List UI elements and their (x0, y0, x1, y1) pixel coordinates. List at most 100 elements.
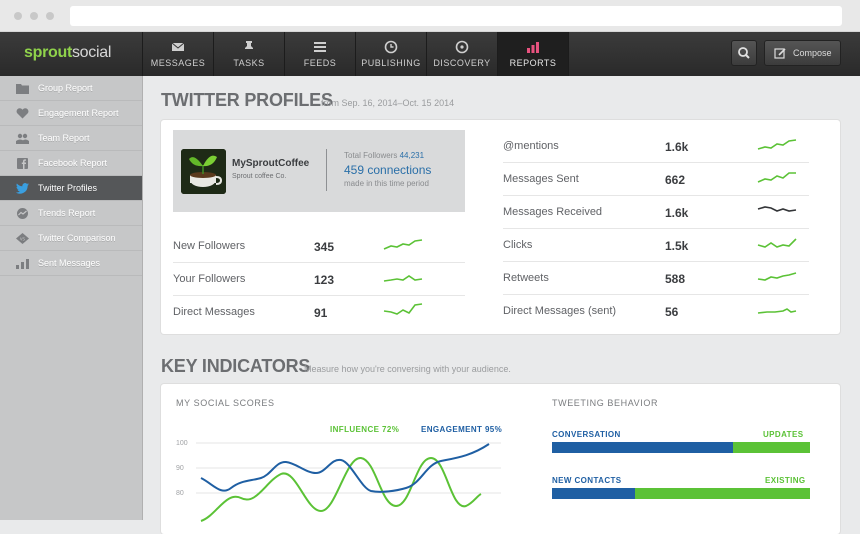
compose-button[interactable]: Compose (764, 40, 841, 66)
sidebar-item-label: Trends Report (38, 208, 96, 218)
sidebar-item-twitter-comparison[interactable]: vs Twitter Comparison (0, 226, 142, 251)
browser-chrome (0, 0, 860, 32)
metric-label: Direct Messages (sent) (503, 305, 617, 317)
sidebar-item-engagement-report[interactable]: Engagement Report (0, 101, 142, 126)
tweeting-behavior-title: TWEETING BEHAVIOR (552, 398, 659, 408)
reports-sidebar: Group Report Engagement Report Team Repo… (0, 76, 143, 520)
nav-tab-messages[interactable]: MESSAGES (143, 32, 214, 76)
existing-label: EXISTING (765, 476, 806, 485)
metric-label: Clicks (503, 239, 533, 251)
address-bar[interactable] (70, 6, 842, 26)
nav-tab-feeds[interactable]: FEEDS (285, 32, 356, 76)
nav-tab-label: TASKS (233, 58, 265, 68)
contacts-bar (552, 488, 810, 499)
list-icon (314, 42, 326, 52)
total-followers-value: 44,231 (399, 151, 425, 160)
divider (326, 149, 327, 191)
conversation-label: CONVERSATION (552, 430, 621, 439)
profile-summary[interactable]: MySproutCoffee Sprout coffee Co. Total F… (173, 130, 465, 212)
nav-tab-label: DISCOVERY (433, 58, 491, 68)
updates-label: UPDATES (763, 430, 804, 439)
metric-value: 345 (314, 240, 335, 254)
nav-tab-label: MESSAGES (150, 58, 206, 68)
versus-icon: vs (16, 233, 29, 244)
sidebar-item-twitter-profiles[interactable]: Twitter Profiles (0, 176, 142, 201)
search-button[interactable] (731, 40, 757, 66)
sproutsocial-logo[interactable]: sproutsocial (0, 32, 143, 76)
engagement-legend: ENGAGEMENT 95% (421, 425, 503, 434)
sparkline (757, 308, 797, 314)
sidebar-item-group-report[interactable]: Group Report (0, 76, 142, 101)
sparkline (383, 239, 423, 250)
y-tick-label: 100 (176, 440, 188, 447)
nav-tab-label: REPORTS (509, 58, 557, 68)
pin-icon (245, 41, 253, 53)
metric-row-your-followers: Your Followers 123 (173, 263, 465, 296)
svg-text:vs: vs (20, 236, 26, 242)
sidebar-item-label: Twitter Comparison (38, 233, 116, 243)
nav-tab-discovery[interactable]: DISCOVERY (427, 32, 498, 76)
twitter-icon (16, 183, 29, 194)
sparkline (757, 139, 797, 150)
total-followers: Total Followers 44,231 (344, 151, 424, 160)
metric-row-direct-messages-sent: Direct Messages (sent) 56 (503, 295, 809, 328)
window-minimize-dot[interactable] (30, 12, 38, 20)
metric-value: 56 (665, 305, 679, 319)
metric-value: 1.6k (665, 206, 689, 220)
date-range: from Sep. 16, 2014–Oct. 15 2014 (321, 98, 455, 108)
metric-row-messages-received: Messages Received 1.6k (503, 196, 809, 229)
key-indicators-card: MY SOCIAL SCORES INFLUENCE 72% ENGAGEMEN… (161, 384, 840, 534)
y-tick-label: 90 (176, 465, 184, 472)
sidebar-item-sent-messages[interactable]: Sent Messages (0, 251, 142, 276)
sidebar-item-label: Facebook Report (38, 158, 108, 168)
coffee-sprout-logo (181, 149, 226, 194)
metric-label: New Followers (173, 240, 246, 252)
main-content: TWITTER PROFILES from Sep. 16, 2014–Oct.… (143, 76, 860, 534)
heart-icon (16, 108, 29, 119)
compose-label: Compose (793, 48, 832, 58)
metric-value: 123 (314, 273, 335, 287)
nav-tab-reports[interactable]: REPORTS (498, 32, 569, 76)
window-close-dot[interactable] (14, 12, 22, 20)
metric-value: 91 (314, 306, 328, 320)
conversation-updates-bar (552, 442, 810, 453)
search-icon (738, 47, 750, 59)
metric-label: Direct Messages (173, 306, 255, 318)
nav-tab-label: FEEDS (303, 58, 337, 68)
new-contacts-label: NEW CONTACTS (552, 476, 622, 485)
new-contacts-bar-fill (552, 488, 635, 499)
trend-icon (17, 208, 28, 219)
y-tick-label: 80 (176, 490, 184, 497)
bars-icon (16, 259, 29, 269)
metric-label: Messages Received (503, 206, 603, 218)
connections-count: 459 connections (344, 163, 432, 177)
envelope-icon (171, 42, 185, 51)
key-indicators-subtitle: Measure how you're conversing with your … (304, 364, 511, 374)
logo-part-2: social (71, 44, 112, 61)
window-zoom-dot[interactable] (46, 12, 54, 20)
sparkline (757, 172, 796, 183)
sparkline (757, 272, 797, 281)
folder-icon (16, 84, 29, 94)
sidebar-item-trends-report[interactable]: Trends Report (0, 201, 142, 226)
sidebar-item-team-report[interactable]: Team Report (0, 126, 142, 151)
metric-row-messages-sent: Messages Sent 662 (503, 163, 809, 196)
metric-value: 1.5k (665, 239, 689, 253)
metric-value: 1.6k (665, 140, 689, 154)
metric-label: Your Followers (173, 273, 246, 285)
sidebar-item-facebook-report[interactable]: Facebook Report (0, 151, 142, 176)
facebook-icon (17, 158, 28, 169)
influence-legend: INFLUENCE 72% (330, 425, 400, 434)
sidebar-item-label: Engagement Report (38, 108, 119, 118)
nav-tab-tasks[interactable]: TASKS (214, 32, 285, 76)
total-followers-label: Total Followers (344, 151, 398, 160)
nav-tab-publishing[interactable]: PUBLISHING (356, 32, 427, 76)
metric-row-mentions: @mentions 1.6k (503, 130, 809, 163)
metric-row-direct-messages: Direct Messages 91 (173, 296, 465, 329)
logo-part-1: sprout (24, 44, 72, 61)
social-scores-chart: 100 90 80 (176, 440, 501, 522)
metric-label: Messages Sent (503, 173, 579, 185)
people-icon (16, 133, 29, 144)
metric-row-clicks: Clicks 1.5k (503, 229, 809, 262)
sidebar-item-label: Sent Messages (38, 258, 101, 268)
